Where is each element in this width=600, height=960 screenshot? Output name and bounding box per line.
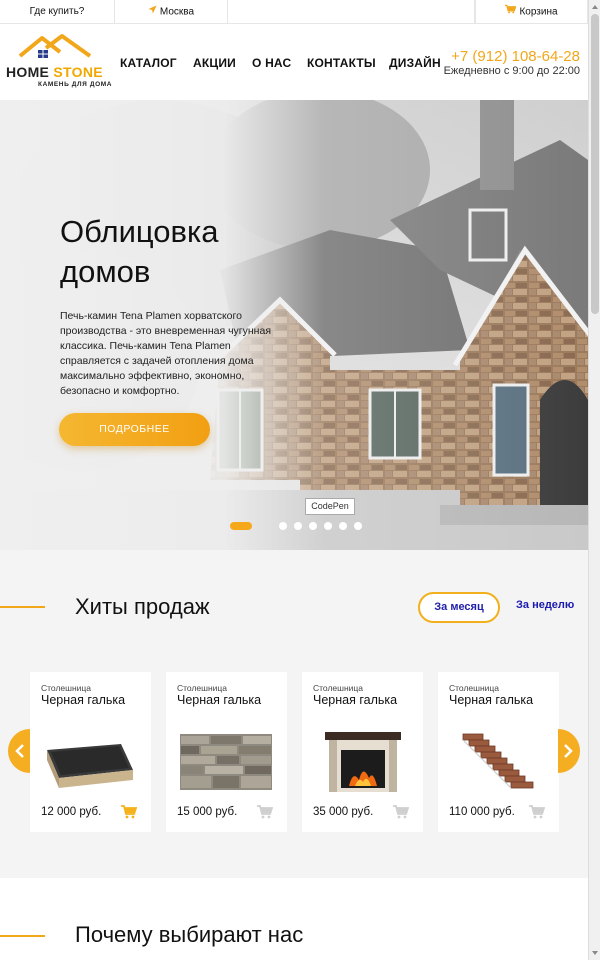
product-price: 35 000 руб.	[313, 806, 374, 818]
product-name[interactable]: Черная галька	[449, 693, 533, 707]
page-scrollbar[interactable]	[588, 0, 600, 960]
product-category: Столешница	[41, 683, 92, 693]
logo-tagline: КАМЕНЬ ДЛЯ ДОМА	[38, 81, 113, 88]
section-accent-line	[0, 606, 45, 608]
cart-icon[interactable]	[393, 805, 409, 819]
cart-link[interactable]: Корзина	[475, 0, 588, 24]
location-arrow-icon	[148, 0, 157, 24]
city-label: Москва	[159, 6, 195, 18]
product-category: Столешница	[177, 683, 228, 693]
product-category: Столешница	[313, 683, 364, 693]
cart-label: Корзина	[519, 6, 558, 18]
chevron-left-icon	[15, 744, 24, 758]
city-selector[interactable]: Москва	[115, 0, 228, 24]
nav-design[interactable]: ДИЗАЙН	[389, 56, 441, 70]
slider-dot[interactable]	[339, 522, 347, 530]
scroll-down-icon[interactable]	[591, 948, 599, 958]
slider-dot[interactable]	[354, 522, 362, 530]
slider-dot[interactable]	[294, 522, 302, 530]
hits-section-title: Хиты продаж	[75, 594, 210, 619]
house-roof-icon	[18, 34, 92, 58]
product-price: 110 000 руб.	[449, 806, 515, 818]
product-category: Столешница	[449, 683, 500, 693]
countertop-image	[47, 744, 133, 788]
product-price: 15 000 руб.	[177, 806, 238, 818]
section-accent-line	[0, 935, 45, 937]
tab-week[interactable]: За неделю	[516, 599, 574, 611]
working-hours: Ежедневно с 9:00 до 22:00	[443, 65, 580, 77]
logo-wordmark: HOME STONE	[6, 64, 103, 80]
more-button[interactable]: ПОДРОБНЕЕ	[59, 413, 210, 446]
nav-about[interactable]: О НАС	[252, 56, 291, 70]
scrollbar-thumb[interactable]	[591, 14, 599, 314]
phone-number[interactable]: +7 (912) 108-64-28	[451, 48, 580, 65]
codepen-tooltip: CodePen	[305, 498, 355, 515]
site-header: HOME STONE КАМЕНЬ ДЛЯ ДОМА КАТАЛОГ АКЦИИ…	[0, 24, 588, 100]
where-to-buy-label: Где купить?	[29, 6, 85, 17]
slider-dot[interactable]	[279, 522, 287, 530]
slider-dot[interactable]	[324, 522, 332, 530]
product-card[interactable]: Столешница Черная галька 110 000 руб.	[438, 672, 559, 832]
stairs-image	[462, 733, 534, 789]
hero-description: Печь-камин Tena Plamen хорватского произ…	[60, 310, 271, 397]
slider-dot[interactable]	[309, 522, 317, 530]
cart-icon[interactable]	[121, 805, 137, 819]
tab-month[interactable]: За месяц	[418, 592, 500, 623]
product-price: 12 000 руб.	[41, 806, 102, 818]
where-to-buy-link[interactable]: Где купить?	[0, 0, 115, 24]
scroll-up-icon[interactable]	[591, 2, 599, 12]
product-card[interactable]: Столешница Черная галька 12 000 руб.	[30, 672, 151, 832]
cart-icon[interactable]	[529, 805, 545, 819]
product-name[interactable]: Черная галька	[177, 693, 261, 707]
site-logo[interactable]: HOME STONE КАМЕНЬ ДЛЯ ДОМА	[6, 32, 111, 92]
chevron-right-icon	[564, 744, 573, 758]
product-name[interactable]: Черная галька	[41, 693, 125, 707]
top-bar-spacer	[228, 0, 475, 24]
carousel-next-button[interactable]	[558, 729, 580, 773]
slider-dot-active[interactable]	[230, 522, 252, 530]
product-card[interactable]: Столешница Черная галька 35 000 руб.	[302, 672, 423, 832]
nav-contacts[interactable]: КОНТАКТЫ	[307, 56, 376, 70]
product-name[interactable]: Черная галька	[313, 693, 397, 707]
top-bar: Где купить? Москва Корзина	[0, 0, 588, 24]
carousel-prev-button[interactable]	[8, 729, 30, 773]
why-us-title: Почему выбирают нас	[75, 922, 304, 947]
cart-icon[interactable]	[257, 805, 273, 819]
nav-catalog[interactable]: КАТАЛОГ	[120, 56, 177, 70]
fireplace-image	[325, 732, 401, 792]
stone-panel-image	[180, 734, 272, 790]
product-card[interactable]: Столешница Черная галька 15 000 руб.	[166, 672, 287, 832]
nav-promotions[interactable]: АКЦИИ	[193, 56, 236, 70]
hero-slider: Облицовка домов Печь-камин Tena Plamen х…	[0, 100, 588, 550]
hero-title: Облицовка домов	[60, 214, 219, 289]
cart-icon	[505, 0, 517, 24]
